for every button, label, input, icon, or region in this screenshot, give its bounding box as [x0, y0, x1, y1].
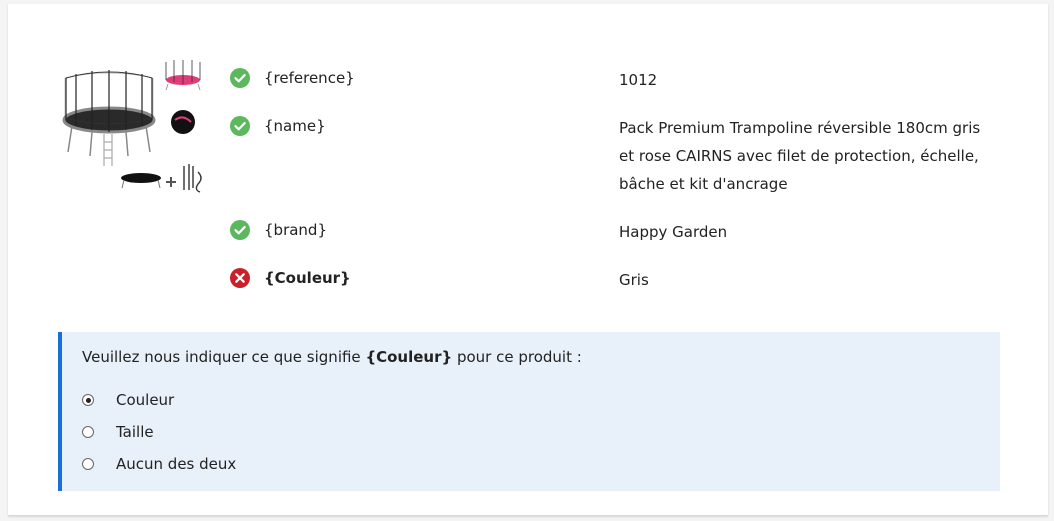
- radio-button[interactable]: [82, 394, 94, 406]
- question-term: {Couleur}: [365, 348, 453, 366]
- check-circle-icon: [230, 220, 250, 240]
- field-value: Happy Garden: [619, 223, 728, 241]
- radio-button[interactable]: [82, 458, 94, 470]
- option-label: Taille: [116, 423, 154, 441]
- field-label: {name}: [264, 117, 326, 135]
- field-label: {brand}: [264, 221, 327, 239]
- field-label: {reference}: [264, 69, 355, 87]
- field-row-reference: {reference} 1012: [230, 66, 1000, 94]
- field-label: {Couleur}: [264, 269, 351, 287]
- field-row-couleur: {Couleur} Gris: [230, 266, 1000, 294]
- check-circle-icon: [230, 68, 250, 88]
- error-circle-icon: [230, 268, 250, 288]
- option-label: Couleur: [116, 391, 175, 409]
- option-label: Aucun des deux: [116, 455, 237, 473]
- field-value: 1012: [619, 71, 658, 89]
- question-suffix: pour ce produit :: [452, 348, 582, 366]
- question-prefix: Veuillez nous indiquer ce que signifie: [82, 348, 366, 366]
- field-value: Gris: [619, 271, 649, 289]
- field-row-brand: {brand} Happy Garden: [230, 218, 1000, 246]
- radio-button[interactable]: [82, 426, 94, 438]
- question-text: Veuillez nous indiquer ce que signifie {…: [82, 346, 582, 368]
- field-row-name: {name} Pack Premium Trampoline réversibl…: [230, 114, 1000, 202]
- product-image: [62, 60, 202, 193]
- field-value: Pack Premium Trampoline réversible 180cm…: [619, 119, 981, 193]
- check-circle-icon: [230, 116, 250, 136]
- mapping-question-panel: Veuillez nous indiquer ce que signifie {…: [58, 332, 1000, 491]
- product-card: {reference} 1012 {name} Pack Premium Tra…: [8, 4, 1048, 516]
